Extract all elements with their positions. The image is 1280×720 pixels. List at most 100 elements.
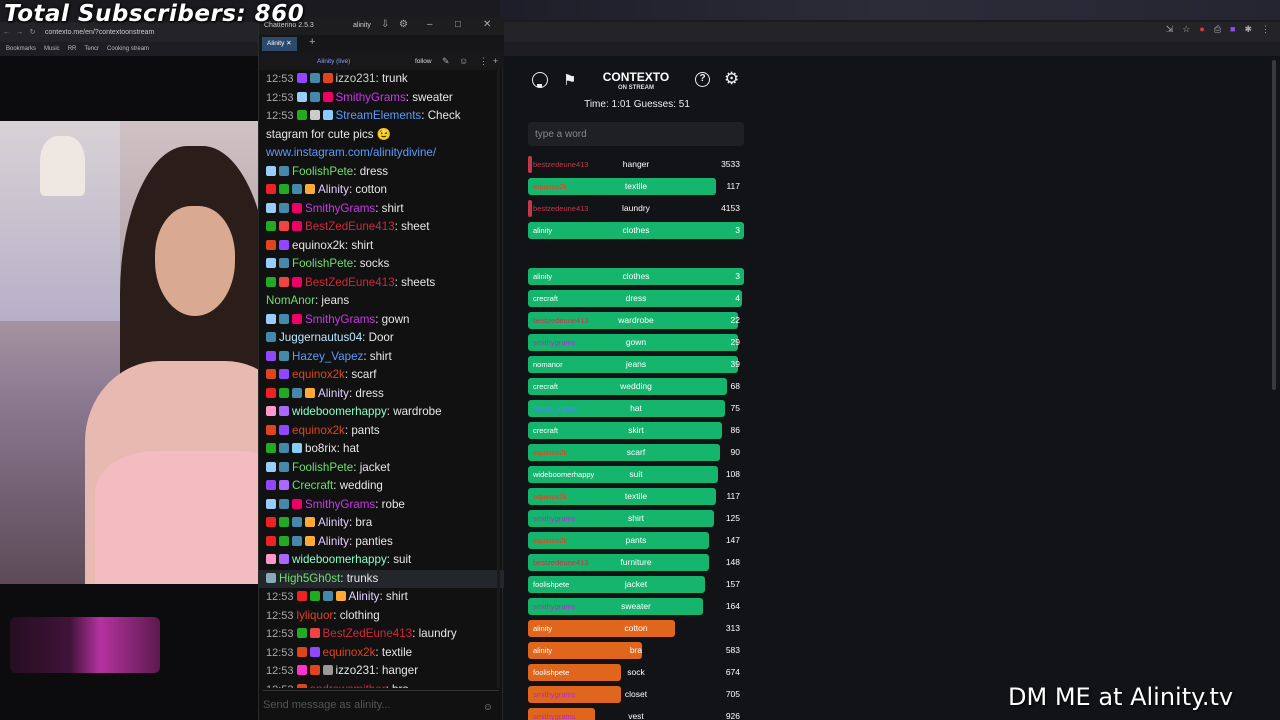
bookmark-item[interactable]: Bookmarks	[6, 46, 36, 52]
badge-icon[interactable]	[292, 276, 302, 287]
pencil-icon[interactable]: ✎	[442, 56, 450, 67]
message-username[interactable]: wideboomerhappy	[292, 405, 387, 418]
chat-message[interactable]: Hazey_Vapez: shirt	[259, 348, 504, 367]
puzzle-icon[interactable]: ✱	[1244, 24, 1252, 35]
follow-button[interactable]: follow	[415, 58, 432, 65]
message-username[interactable]: StreamElements	[336, 109, 422, 122]
badge-icon[interactable]	[266, 313, 276, 324]
chat-message[interactable]: 12:53 BestZedEune413: laundry	[259, 625, 504, 644]
message-username[interactable]: andrewsmither	[310, 683, 386, 689]
badge-icon[interactable]	[266, 239, 276, 250]
chat-message[interactable]: BestZedEune413: sheets	[259, 274, 504, 293]
message-username[interactable]: Alinity	[318, 535, 349, 548]
help-icon[interactable]: ?	[695, 72, 710, 87]
badge-icon[interactable]	[322, 73, 333, 83]
badge-icon[interactable]	[279, 313, 289, 324]
chat-message[interactable]: 12:53 StreamElements: Check	[259, 107, 504, 126]
message-username[interactable]: equinox2k	[292, 368, 345, 381]
badge-icon[interactable]	[292, 184, 302, 194]
message-username[interactable]: SmithyGrams	[305, 202, 375, 215]
badge-icon[interactable]	[266, 461, 276, 472]
message-username[interactable]: Crecraft	[292, 479, 333, 492]
badge-icon[interactable]	[296, 665, 307, 675]
chat-message[interactable]: equinox2k: shirt	[259, 237, 504, 256]
chat-message[interactable]: SmithyGrams: gown	[259, 311, 504, 330]
message-username[interactable]: Juggernautus04	[279, 331, 362, 344]
badge-icon[interactable]	[309, 628, 320, 638]
badge-icon[interactable]	[296, 591, 307, 601]
badge-icon[interactable]	[309, 646, 320, 657]
record-icon[interactable]: ●	[1199, 24, 1204, 35]
badge-icon[interactable]	[266, 202, 276, 213]
chat-message[interactable]: FoolishPete: dress	[259, 163, 504, 182]
more-icon[interactable]: ⋮	[479, 56, 488, 67]
message-username[interactable]: wideboomerhappy	[292, 553, 387, 566]
star-icon[interactable]: ☆	[1182, 24, 1190, 35]
chat-message[interactable]: 12:53 izzo231: hanger	[259, 662, 504, 681]
message-username[interactable]: equinox2k	[292, 239, 345, 252]
badge-icon[interactable]	[309, 73, 320, 83]
bookmark-item[interactable]: Music	[44, 46, 60, 52]
message-username[interactable]: Alinity	[318, 387, 349, 400]
badge-icon[interactable]	[279, 480, 289, 490]
chat-message[interactable]: 12:53 izzo231: trunk	[259, 70, 504, 89]
chat-message[interactable]: stagram for cute pics 😉	[259, 126, 504, 145]
badge-icon[interactable]	[296, 646, 307, 657]
message-username[interactable]: BestZedEune413	[305, 276, 395, 289]
url-text[interactable]: contexto.me/en/?contextoonstream	[45, 29, 154, 36]
badge-icon[interactable]	[309, 110, 320, 120]
install-icon[interactable]: ⇲	[1166, 24, 1174, 35]
lightbulb-icon[interactable]	[532, 72, 548, 88]
badge-icon[interactable]	[279, 461, 289, 472]
chat-input[interactable]: Send message as alinity... ☺	[263, 690, 499, 716]
word-input[interactable]	[528, 122, 744, 146]
badge-icon[interactable]	[279, 498, 289, 509]
message-username[interactable]: Alinity	[349, 590, 380, 603]
forward-icon[interactable]: →	[13, 29, 26, 36]
badge-icon[interactable]	[266, 332, 276, 342]
badge-icon[interactable]	[279, 554, 289, 564]
badge-icon[interactable]	[292, 313, 302, 324]
message-username[interactable]: High5Gh0st	[279, 572, 340, 585]
print-icon[interactable]: ⎙	[1214, 24, 1221, 35]
message-username[interactable]: SmithyGrams	[305, 313, 375, 326]
message-username[interactable]: izzo231	[336, 72, 376, 85]
bookmark-item[interactable]: Cooking stream	[107, 46, 149, 52]
badge-icon[interactable]	[322, 591, 333, 601]
badge-icon[interactable]	[266, 276, 276, 287]
message-link[interactable]: www.instagram.com/alinitydivine/	[266, 146, 436, 159]
channel-live-label[interactable]: Alinity (live)	[317, 58, 350, 65]
badge-icon[interactable]	[266, 572, 276, 583]
badge-icon[interactable]	[266, 535, 276, 546]
chat-message[interactable]: Juggernautus04: Door	[259, 329, 504, 348]
chat-message[interactable]: BestZedEune413: sheet	[259, 218, 504, 237]
chat-message[interactable]: Alinity: dress	[259, 385, 504, 404]
badge-icon[interactable]	[266, 387, 276, 398]
badge-icon[interactable]	[279, 424, 289, 435]
badge-icon[interactable]	[309, 665, 320, 675]
badge-icon[interactable]	[266, 165, 276, 176]
minimize-icon[interactable]: –	[427, 19, 433, 30]
message-username[interactable]: Alinity	[318, 183, 349, 196]
users-icon[interactable]: ☺	[459, 56, 468, 66]
badge-icon[interactable]	[279, 517, 289, 527]
badge-icon[interactable]	[266, 406, 276, 416]
chat-message[interactable]: 12:53andrewsmither: bra	[259, 681, 504, 689]
chat-message[interactable]: Alinity: bra	[259, 514, 504, 533]
badge-icon[interactable]	[279, 350, 289, 361]
badge-icon[interactable]	[292, 498, 302, 509]
badge-icon[interactable]	[305, 517, 315, 527]
chat-message[interactable]: Alinity: cotton	[259, 181, 504, 200]
message-username[interactable]: lyliquor	[297, 609, 334, 622]
badge-icon[interactable]	[279, 276, 289, 287]
message-username[interactable]: BestZedEune413	[305, 220, 395, 233]
maximize-icon[interactable]: □	[455, 19, 461, 30]
badge-icon[interactable]	[309, 591, 320, 601]
reload-icon[interactable]: ↻	[26, 28, 39, 36]
chat-message[interactable]: FoolishPete: socks	[259, 255, 504, 274]
badge-icon[interactable]	[296, 73, 307, 83]
badge-icon[interactable]	[296, 110, 307, 120]
chat-message[interactable]: 12:53 lyliquor: clothing	[259, 607, 504, 626]
badge-icon[interactable]	[322, 91, 333, 102]
chat-message[interactable]: equinox2k: pants	[259, 422, 504, 441]
